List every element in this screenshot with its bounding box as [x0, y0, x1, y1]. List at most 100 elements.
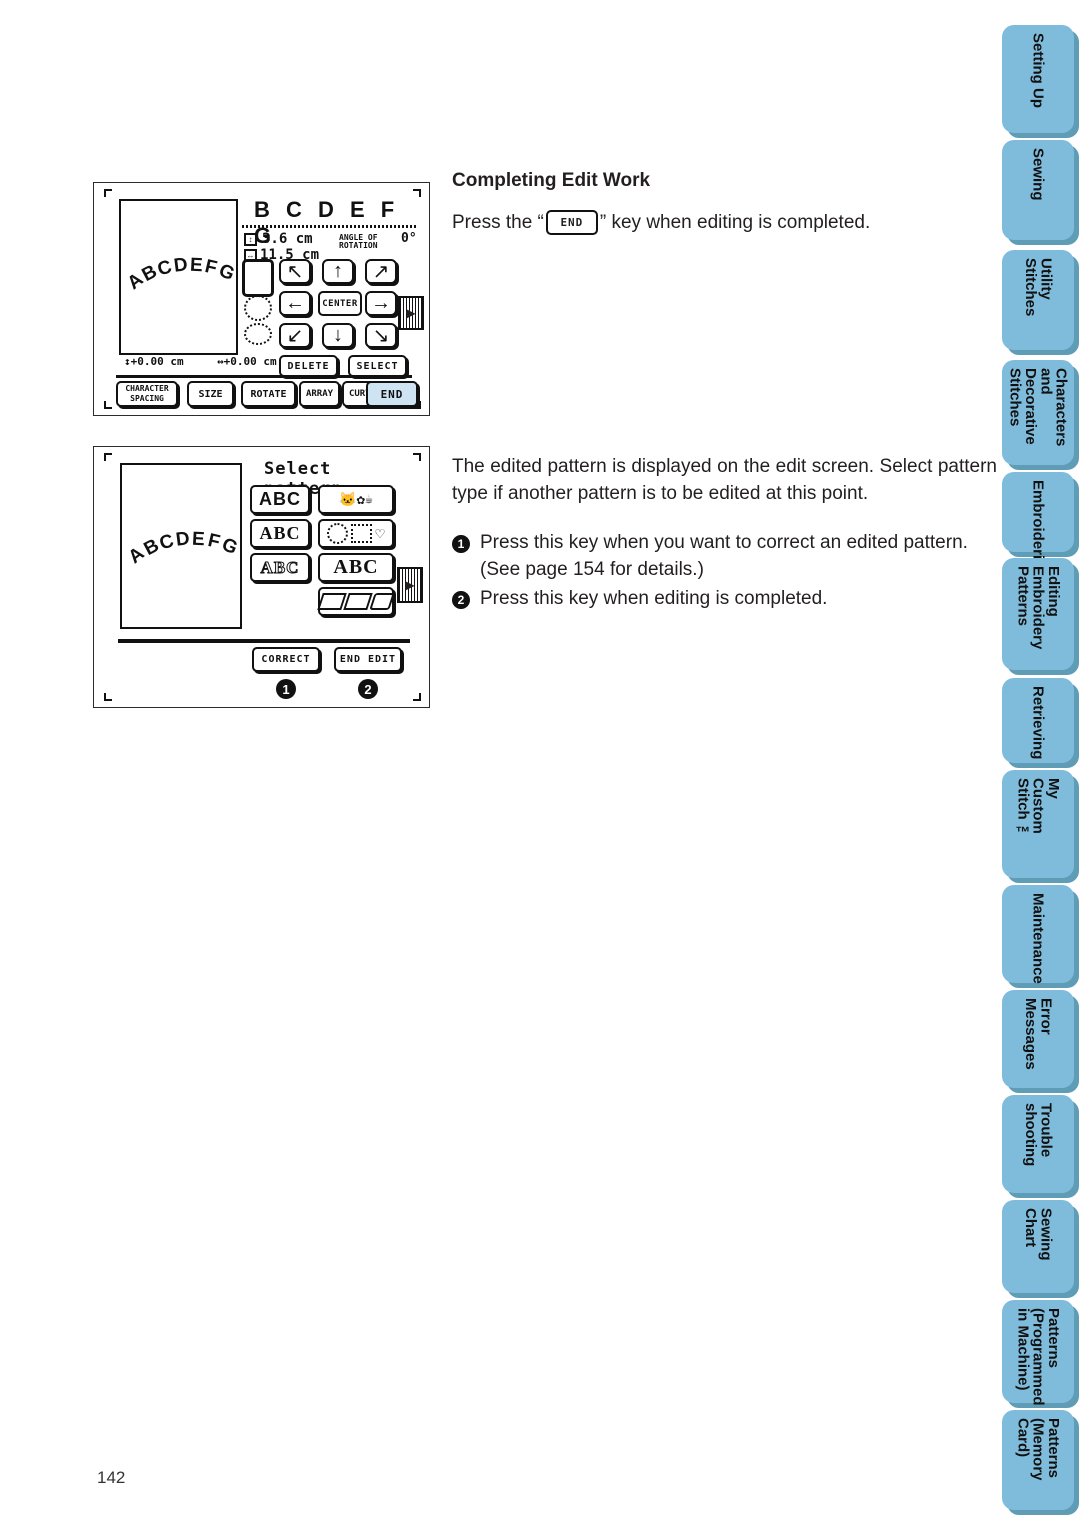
main-content: Completing Edit Work Press the “END” key…	[452, 170, 997, 615]
pattern-key-abc-outline[interactable]: ABC	[250, 519, 310, 548]
pattern-key-abc-block-label: ABC	[259, 489, 301, 509]
list-bullet-2: 2	[452, 590, 470, 609]
sidebar-tab-inner: Editing Embroidery Patterns	[1002, 558, 1074, 670]
bottom-divider	[116, 375, 412, 378]
pattern-key-memory-card[interactable]	[317, 587, 395, 616]
pattern-key-abc-shadow-label: ABC	[260, 557, 300, 577]
sidebar-tab-inner: My Custom Stitch ™	[1002, 770, 1074, 878]
array-button[interactable]: ARRAY	[299, 381, 340, 407]
correct-button[interactable]: CORRECT	[252, 647, 320, 672]
sidebar-tab-editing-embroidery-patterns[interactable]: Editing Embroidery Patterns	[1002, 558, 1074, 670]
square-frame-icon	[351, 524, 373, 543]
select-button-label: SELECT	[356, 360, 399, 372]
offset-vertical: ↕+0.00 cm	[124, 355, 184, 368]
angle-value: 0°	[401, 231, 417, 246]
rotate-button-label: ROTATE	[250, 388, 287, 400]
divider-dotted	[242, 225, 417, 228]
sidebar-tab-retrieving[interactable]: Retrieving	[1002, 678, 1074, 763]
center-button-label: CENTER	[322, 298, 358, 309]
sidebar-tab-label: Trouble shooting	[1022, 1103, 1055, 1167]
delete-button-label: DELETE	[287, 360, 330, 372]
sidebar-tab-inner: Error Messages	[1002, 990, 1074, 1088]
sidebar-tab-label: Error Messages	[1022, 998, 1055, 1070]
sidebar-tab-setting-up[interactable]: Setting Up	[1002, 25, 1074, 133]
hoop-large-icon[interactable]	[242, 259, 274, 297]
end-edit-button[interactable]: END EDIT	[334, 647, 402, 672]
list-bullet-1: 1	[452, 534, 470, 553]
next-page-tab[interactable]: ▶	[397, 567, 423, 603]
list-text-1: Press this key when you want to correct …	[480, 530, 968, 584]
sidebar-tab-utility-stitches[interactable]: Utility Stitches	[1002, 250, 1074, 350]
edit-screen-paragraph: The edited pattern is displayed on the e…	[452, 455, 997, 504]
size-height-icon: ↕	[244, 233, 257, 246]
sidebar-tab-troubleshooting[interactable]: Trouble shooting	[1002, 1095, 1074, 1193]
sidebar-tab-label: My Custom Stitch ™	[1014, 778, 1062, 841]
list-text-2: Press this key when editing is completed…	[480, 587, 828, 609]
page-title: Completing Edit Work	[452, 170, 651, 191]
sidebar-tab-inner: Sewing Chart	[1002, 1200, 1074, 1293]
move-down-button[interactable]: ↓	[322, 323, 354, 348]
pattern-key-abc-shadow[interactable]: ABC	[250, 553, 310, 582]
size-button[interactable]: SIZE	[187, 381, 234, 407]
callout-1: 1	[276, 679, 296, 699]
pattern-key-floral-alphabet[interactable]: ABC	[318, 553, 394, 582]
hoop-small-icon[interactable]	[244, 323, 272, 345]
sidebar-tab-error-messages[interactable]: Error Messages	[1002, 990, 1074, 1088]
move-down-right-button[interactable]: ↘	[365, 323, 397, 348]
sidebar-tab-sewing[interactable]: Sewing	[1002, 140, 1074, 240]
sidebar-tab-inner: Patterns (Programmed in Machine)	[1002, 1300, 1074, 1406]
cup-icon: ☕	[365, 492, 373, 507]
move-up-left-button[interactable]: ↖	[279, 259, 311, 284]
delete-button[interactable]: DELETE	[279, 355, 338, 377]
sidebar-tab-sewing-chart[interactable]: Sewing Chart	[1002, 1200, 1074, 1293]
offset-horizontal: ↔+0.00 cm	[217, 355, 277, 368]
memory-card-icon-3	[369, 593, 395, 610]
move-up-button[interactable]: ↑	[322, 259, 354, 284]
size-height-value: 3.6 cm	[262, 231, 313, 247]
center-button[interactable]: CENTER	[318, 291, 362, 316]
rotate-button[interactable]: ROTATE	[241, 381, 296, 407]
sidebar-tab-inner: Patterns (Memory Card)	[1002, 1410, 1074, 1510]
offset-horizontal-icon: ↔	[217, 355, 224, 368]
bottom-divider	[118, 639, 410, 643]
hoop-oval-icon[interactable]	[244, 295, 272, 321]
end-button-label: END	[380, 387, 404, 401]
callout-2-label: 2	[364, 681, 372, 697]
sidebar-tab-embroidering[interactable]: Embroidering	[1002, 472, 1074, 578]
sidebar-tab-my-custom-stitch[interactable]: My Custom Stitch ™	[1002, 770, 1074, 878]
pattern-key-floral-alphabet-label: ABC	[333, 556, 379, 578]
sidebar-tab-characters-and-decorative-stitches[interactable]: Characters and Decorative Stitches	[1002, 360, 1074, 465]
sidebar-tab-inner: Sewing	[1002, 140, 1074, 240]
list-item: 2 Press this key when editing is complet…	[452, 586, 997, 613]
sidebar-tab-inner: Utility Stitches	[1002, 250, 1074, 350]
pattern-key-abc-outline-label: ABC	[259, 523, 301, 543]
character-spacing-button[interactable]: CHARACTER SPACING	[116, 381, 178, 407]
next-page-tab[interactable]: ▶	[398, 296, 424, 330]
press-end-prefix: Press the “	[452, 212, 544, 233]
sidebar-tab-label: Sewing	[1029, 148, 1047, 201]
sidebar-tab-inner: Embroidering	[1002, 472, 1074, 578]
sidebar-tab-patterns-programmed-in-machine[interactable]: Patterns (Programmed in Machine)	[1002, 1300, 1074, 1406]
page-number: 142	[97, 1468, 126, 1487]
size-button-label: SIZE	[198, 388, 223, 400]
select-button[interactable]: SELECT	[348, 355, 407, 377]
move-right-button[interactable]: →	[365, 291, 397, 316]
pattern-key-frames[interactable]: ♡	[318, 519, 394, 548]
cat-icon: 🐱	[339, 491, 357, 508]
sidebar-tab-patterns-memory-card[interactable]: Patterns (Memory Card)	[1002, 1410, 1074, 1510]
sidebar-tab-inner: Setting Up	[1002, 25, 1074, 133]
figure-select-pattern-screen: A B C D E F G Select pattern. ABC ABC AB…	[93, 446, 430, 708]
sidebar-tab-maintenance[interactable]: Maintenance	[1002, 885, 1074, 984]
angle-label-line2: ROTATION	[339, 241, 378, 250]
move-up-right-button[interactable]: ↗	[365, 259, 397, 284]
numbered-instructions: 1 Press this key when you want to correc…	[452, 530, 997, 613]
pattern-key-abc-block[interactable]: ABC	[250, 485, 310, 514]
move-down-left-button[interactable]: ↙	[279, 323, 311, 348]
sidebar-tabs: Setting Up Sewing Utility Stitches Characte…	[980, 0, 1080, 1526]
move-left-button[interactable]: ←	[279, 291, 311, 316]
figure-edit-screen: A B C D E F G B C D E F G ↕ 3.6 cm ↔ 11.…	[93, 182, 430, 416]
pattern-key-motifs[interactable]: 🐱 ✿ ☕	[318, 485, 394, 514]
array-button-label: ARRAY	[305, 389, 334, 399]
end-button[interactable]: END	[366, 381, 418, 407]
end-keycap[interactable]: END	[545, 210, 598, 236]
